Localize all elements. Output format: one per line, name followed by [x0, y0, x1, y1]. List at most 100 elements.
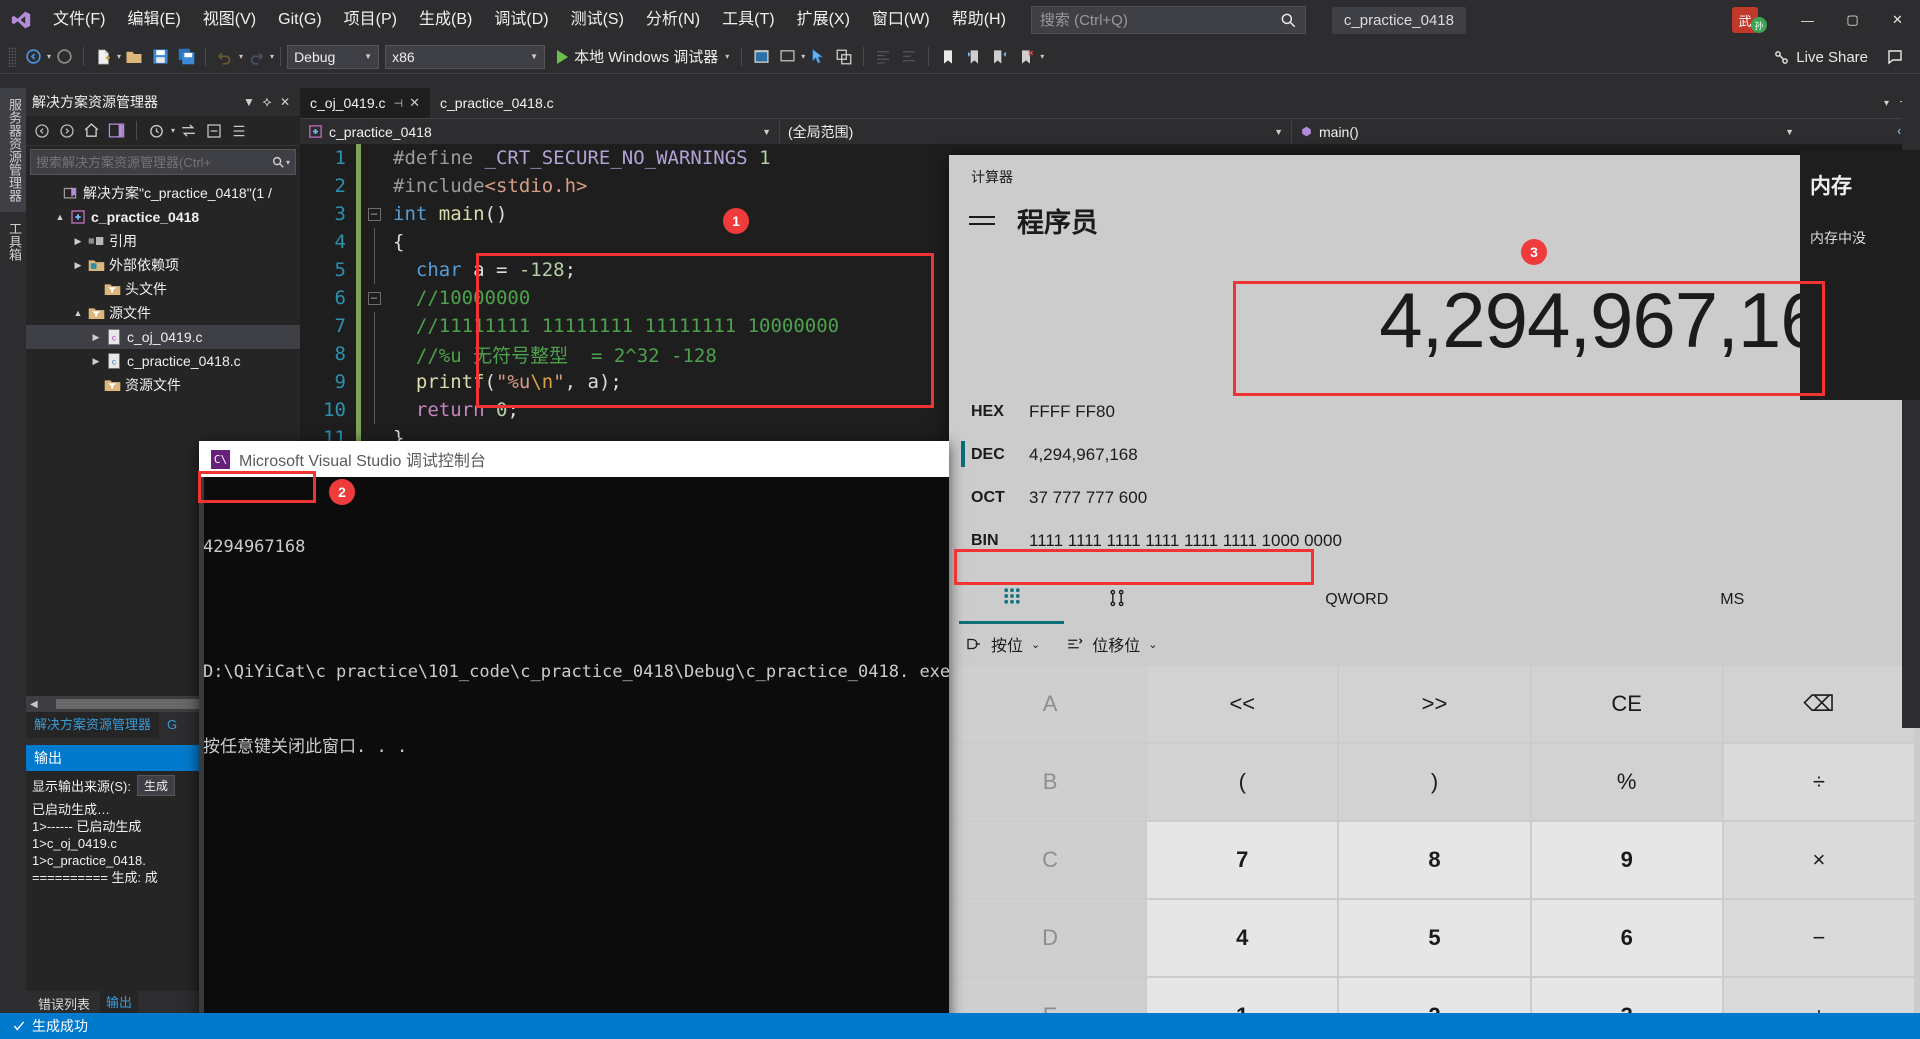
account-avatar-group[interactable]: 武 孙: [1732, 7, 1767, 33]
key-shift-left[interactable]: <<: [1147, 666, 1338, 742]
menu-tools[interactable]: 工具(T): [711, 0, 785, 40]
nav-member-combo[interactable]: main() ▼: [1292, 119, 1802, 145]
menu-analyze[interactable]: 分析(N): [635, 0, 711, 40]
key-6[interactable]: 6: [1531, 900, 1722, 976]
tab-ms[interactable]: MS: [1545, 581, 1920, 619]
live-visual-tree-icon[interactable]: [831, 44, 857, 70]
search-options-caret-icon[interactable]: ▾: [286, 158, 290, 167]
redo-caret-icon[interactable]: ▾: [270, 52, 274, 61]
save-all-icon[interactable]: [173, 44, 199, 70]
fold-toggle[interactable]: −: [361, 207, 387, 221]
close-panel-icon[interactable]: ✕: [276, 95, 294, 109]
navigate-back-icon[interactable]: [20, 44, 46, 70]
home-icon[interactable]: [80, 119, 103, 142]
new-project-icon[interactable]: [90, 44, 116, 70]
open-file-icon[interactable]: [121, 44, 147, 70]
menu-test[interactable]: 测试(S): [560, 0, 635, 40]
minimize-button[interactable]: —: [1785, 0, 1830, 40]
twisty-icon-file1[interactable]: ▶: [88, 332, 104, 343]
tree-item-references[interactable]: ▶ 引用: [26, 229, 300, 253]
doc-tab-c-oj-0419[interactable]: c_oj_0419.c ⊣ ✕: [300, 88, 431, 118]
navigate-forward-icon[interactable]: [51, 44, 77, 70]
select-element-icon[interactable]: [805, 44, 831, 70]
tree-item-c-practice-0418[interactable]: ▶ c c_practice_0418.c: [26, 349, 300, 373]
hot-reload-icon[interactable]: [774, 44, 800, 70]
menu-extensions[interactable]: 扩展(X): [786, 0, 861, 40]
tree-item-source-files[interactable]: ▲ 源文件: [26, 301, 300, 325]
hamburger-icon[interactable]: [969, 211, 995, 231]
key-D[interactable]: D: [955, 900, 1146, 976]
menu-view[interactable]: 视图(V): [192, 0, 267, 40]
menu-file[interactable]: 文件(F): [42, 0, 116, 40]
undo-icon[interactable]: [212, 44, 238, 70]
toggle-bookmark-icon[interactable]: [935, 44, 961, 70]
tab-bit-toggle[interactable]: [1064, 578, 1169, 623]
switch-views-icon[interactable]: [105, 119, 128, 142]
key-divide[interactable]: ÷: [1723, 744, 1914, 820]
close-button[interactable]: ✕: [1875, 0, 1920, 40]
start-debugging-button[interactable]: 本地 Windows 调试器 ▾: [551, 44, 735, 70]
pending-changes-caret-icon[interactable]: ▾: [171, 126, 175, 135]
key-minus[interactable]: −: [1723, 900, 1914, 976]
save-icon[interactable]: [147, 44, 173, 70]
vtab-server-explorer[interactable]: 服务器资源管理器: [0, 88, 29, 212]
debug-console-window[interactable]: C\ Microsoft Visual Studio 调试控制台 4294967…: [199, 441, 971, 1039]
key-clear-entry[interactable]: CE: [1531, 666, 1722, 742]
maximize-button[interactable]: ▢: [1830, 0, 1875, 40]
pin-icon[interactable]: ⊣: [394, 97, 404, 110]
send-feedback-icon[interactable]: [1886, 40, 1904, 74]
bookmarks-overflow-caret-icon[interactable]: ▾: [1040, 52, 1044, 61]
chevron-down-icon-nav2[interactable]: ▼: [1274, 127, 1283, 137]
menu-edit[interactable]: 编辑(E): [116, 0, 191, 40]
twisty-icon-sources[interactable]: ▲: [70, 308, 86, 318]
sync-with-active-document-icon[interactable]: [177, 119, 200, 142]
vtab-toolbox[interactable]: 工具箱: [0, 212, 29, 271]
nav-scope-combo[interactable]: (全局范围) ▼: [780, 118, 1292, 145]
tab-error-list[interactable]: 错误列表: [32, 994, 96, 1013]
fold-toggle-2[interactable]: −: [361, 291, 387, 305]
radix-row-oct[interactable]: OCT 37 777 777 600: [971, 476, 1920, 519]
key-A[interactable]: A: [955, 666, 1146, 742]
radix-row-bin[interactable]: BIN 1111 1111 1111 1111 1111 1111 1000 0…: [971, 519, 1920, 562]
key-C[interactable]: C: [955, 822, 1146, 898]
twisty-icon-references[interactable]: ▶: [70, 236, 86, 247]
tree-item-c-oj-0419[interactable]: ▶ c c_oj_0419.c: [26, 325, 300, 349]
next-bookmark-icon[interactable]: [987, 44, 1013, 70]
key-5[interactable]: 5: [1339, 900, 1530, 976]
tree-item-project[interactable]: ▲ c_practice_0418: [26, 205, 300, 229]
twisty-icon-file2[interactable]: ▶: [88, 356, 104, 367]
tab-overflow-chevron-icon[interactable]: ▾: [1884, 98, 1889, 109]
menu-project[interactable]: 项目(P): [333, 0, 408, 40]
option-bit-shift[interactable]: 位移位 ⌄: [1066, 632, 1157, 656]
menu-build[interactable]: 生成(B): [408, 0, 483, 40]
tree-item-resource-files[interactable]: 资源文件: [26, 373, 300, 397]
solution-configuration-combo[interactable]: Debug ▼: [287, 44, 380, 69]
pin-icon[interactable]: ⯎: [258, 95, 276, 110]
radix-row-dec[interactable]: DEC 4,294,967,168: [961, 433, 1920, 476]
option-bitwise[interactable]: 按位 ⌄: [965, 632, 1040, 656]
key-multiply[interactable]: ×: [1723, 822, 1914, 898]
redo-icon[interactable]: [243, 44, 269, 70]
properties-icon[interactable]: [227, 119, 250, 142]
menu-git[interactable]: Git(G): [267, 0, 333, 40]
tab-keypad[interactable]: [959, 576, 1064, 624]
key-shift-right[interactable]: >>: [1339, 666, 1530, 742]
solution-search-input[interactable]: [36, 154, 271, 170]
project-chip[interactable]: c_practice_0418: [1331, 6, 1466, 34]
key-4[interactable]: 4: [1147, 900, 1338, 976]
toolbar-grip[interactable]: [8, 46, 16, 67]
solution-explorer-search[interactable]: ▾: [30, 149, 296, 175]
key-percent[interactable]: %: [1531, 744, 1722, 820]
collapse-icon-2[interactable]: −: [367, 291, 381, 305]
radix-row-hex[interactable]: HEX FFFF FF80: [971, 390, 1920, 433]
tab-git-changes[interactable]: G: [159, 712, 185, 738]
twisty-icon-deps[interactable]: ▶: [70, 260, 86, 271]
collapse-all-icon[interactable]: [202, 119, 225, 142]
menu-help[interactable]: 帮助(H): [941, 0, 1017, 40]
tab-output[interactable]: 输出: [100, 991, 139, 1015]
scroll-thumb[interactable]: [55, 699, 216, 709]
menu-debug[interactable]: 调试(D): [483, 0, 559, 40]
tree-item-header-files[interactable]: 头文件: [26, 277, 300, 301]
previous-bookmark-icon[interactable]: [961, 44, 987, 70]
close-icon[interactable]: ✕: [409, 95, 420, 111]
